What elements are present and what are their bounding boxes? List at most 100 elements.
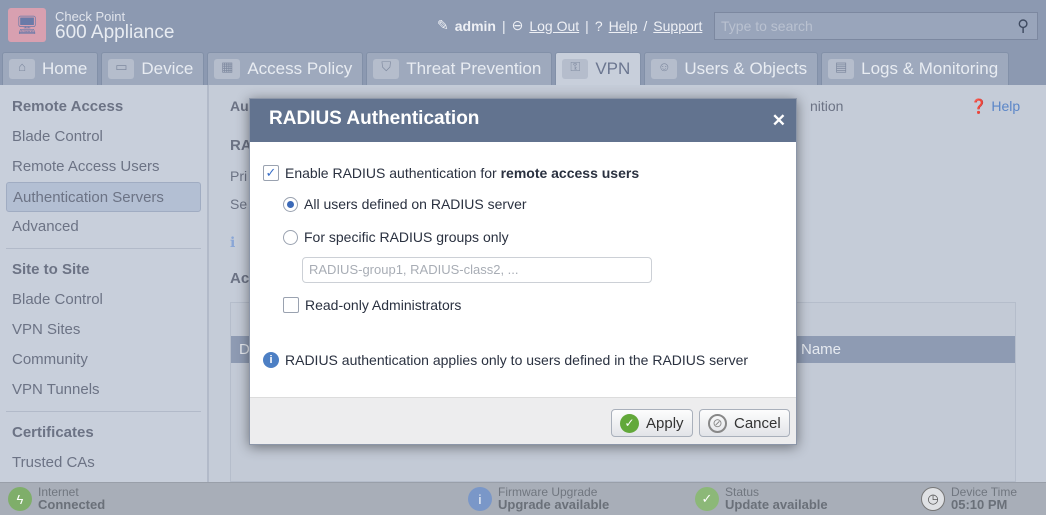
- enable-radius-checkbox[interactable]: ✓: [263, 165, 279, 181]
- specific-groups-radio[interactable]: [283, 229, 298, 245]
- readonly-admins-checkbox[interactable]: [283, 297, 299, 313]
- check-icon: ✓: [695, 487, 719, 511]
- label-bold: remote access users: [500, 165, 640, 181]
- section-title-2: Ac: [230, 270, 250, 287]
- app-header: 🖥 Check Point 600 Appliance ✎ admin | ⊖ …: [0, 0, 1046, 50]
- tab-label: Users & Objects: [684, 59, 808, 78]
- info-note: i RADIUS authentication applies only to u…: [263, 352, 748, 368]
- lightning-icon: ϟ: [8, 487, 32, 511]
- radio-label: All users defined on RADIUS server: [304, 196, 527, 212]
- close-icon[interactable]: ✕: [772, 111, 786, 131]
- users-icon: ☺: [651, 59, 678, 79]
- help-label: Help: [991, 98, 1021, 114]
- check-icon: ✓: [620, 413, 639, 433]
- status-value: 05:10 PM: [951, 497, 1008, 512]
- logout-link[interactable]: Log Out: [529, 18, 579, 34]
- enable-radius-label: Enable RADIUS authentication for remote …: [285, 165, 639, 181]
- sidebar-item-advanced[interactable]: Advanced: [6, 212, 201, 242]
- status-internet[interactable]: ϟ Internet Connected: [8, 486, 105, 512]
- help-icon: ❓: [970, 98, 988, 114]
- sidebar-item-vpn-tunnels[interactable]: VPN Tunnels: [6, 375, 201, 405]
- checkbox-label: Read-only Administrators: [305, 297, 462, 313]
- status-firmware[interactable]: i Firmware Upgrade Upgrade available: [468, 486, 609, 512]
- all-users-option[interactable]: All users defined on RADIUS server: [283, 196, 527, 212]
- tab-threat-prevention[interactable]: ⛉ Threat Prevention: [366, 52, 553, 85]
- clock-icon: ◷: [921, 487, 945, 511]
- column-header-name[interactable]: Name: [801, 341, 841, 358]
- tab-logs-monitoring[interactable]: ▤ Logs & Monitoring: [821, 52, 1010, 85]
- sidebar-item-authentication-servers[interactable]: Authentication Servers: [6, 182, 201, 212]
- sidebar-section-remote-access: Remote Access: [12, 98, 124, 115]
- specific-groups-option[interactable]: For specific RADIUS groups only: [283, 229, 509, 245]
- tab-vpn[interactable]: ⚿ VPN: [555, 52, 642, 85]
- sidebar-item-community[interactable]: Community: [6, 345, 201, 375]
- help-link[interactable]: Help: [609, 18, 638, 34]
- tab-device[interactable]: ▭ Device: [101, 52, 205, 85]
- tab-access-policy[interactable]: ▦ Access Policy: [207, 52, 364, 85]
- input-placeholder: RADIUS-group1, RADIUS-class2, ...: [309, 262, 519, 277]
- all-users-radio[interactable]: [283, 196, 298, 212]
- info-icon: i: [263, 352, 279, 368]
- divider: |: [585, 17, 589, 34]
- dialog-footer: ✓ Apply ⊘ Cancel: [250, 397, 796, 444]
- sidebar-section-certificates: Certificates: [12, 424, 94, 441]
- sidebar: Remote Access Blade Control Remote Acces…: [0, 85, 209, 496]
- tab-label: Home: [42, 59, 88, 78]
- button-label: Cancel: [734, 414, 781, 432]
- status-device-time: ◷ Device Time 05:10 PM: [921, 486, 1017, 512]
- divider: [6, 248, 201, 249]
- page-heading: Au: [230, 98, 249, 114]
- status-update[interactable]: ✓ Status Update available: [695, 486, 828, 512]
- help-icon: ?: [594, 17, 603, 34]
- readonly-admins-row[interactable]: Read-only Administrators: [283, 297, 461, 313]
- tab-label: Access Policy: [247, 59, 353, 78]
- search-placeholder: Type to search: [721, 18, 813, 34]
- shield-icon: ⛉: [373, 59, 400, 79]
- sidebar-item-trusted-cas[interactable]: Trusted CAs: [6, 448, 201, 478]
- sidebar-item-s2s-blade-control[interactable]: Blade Control: [6, 285, 201, 315]
- house-icon: ⌂: [9, 59, 35, 79]
- sidebar-item-remote-access-users[interactable]: Remote Access Users: [6, 152, 201, 182]
- tab-label: Device: [141, 59, 194, 78]
- tab-label: VPN: [595, 59, 631, 78]
- enable-radius-row[interactable]: ✓ Enable RADIUS authentication for remot…: [263, 165, 639, 181]
- info-icon: ℹ: [230, 234, 236, 250]
- help-link[interactable]: ❓ Help: [970, 98, 1020, 115]
- status-value: Upgrade available: [498, 497, 610, 512]
- divider: [6, 411, 201, 412]
- tab-label: Threat Prevention: [406, 59, 542, 78]
- search-input[interactable]: Type to search ⚲: [714, 12, 1038, 40]
- dialog-header: RADIUS Authentication ✕: [250, 99, 796, 142]
- support-link[interactable]: Support: [653, 18, 702, 34]
- vpn-icon: ⚿: [562, 59, 589, 79]
- cancel-icon: ⊘: [708, 413, 727, 433]
- cancel-button[interactable]: ⊘ Cancel: [699, 409, 790, 437]
- label-text: Enable RADIUS authentication for: [285, 165, 501, 181]
- apply-button[interactable]: ✓ Apply: [611, 409, 693, 437]
- sidebar-item-vpn-sites[interactable]: VPN Sites: [6, 315, 201, 345]
- radius-groups-input[interactable]: RADIUS-group1, RADIUS-class2, ...: [302, 257, 652, 283]
- appliance-model: 600 Appliance: [55, 22, 175, 43]
- secondary-label: Se: [230, 196, 248, 212]
- tab-home[interactable]: ⌂ Home: [2, 52, 99, 85]
- info-text: RADIUS authentication applies only to us…: [285, 352, 749, 368]
- device-icon: ▭: [108, 59, 135, 79]
- sidebar-section-site-to-site: Site to Site: [12, 261, 90, 278]
- heading-fragment: nition: [810, 98, 844, 114]
- logout-icon: ⊖: [511, 17, 524, 33]
- main-tabs: ⌂ Home ▭ Device ▦ Access Policy ⛉ Threat Pre…: [0, 50, 1046, 85]
- radius-authentication-dialog: RADIUS Authentication ✕ ✓ Enable RADIUS a…: [249, 98, 797, 445]
- tab-users-objects[interactable]: ☺ Users & Objects: [644, 52, 819, 85]
- status-value: Connected: [38, 497, 106, 512]
- primary-label: Pri: [230, 168, 248, 184]
- button-label: Apply: [646, 414, 684, 432]
- radio-label: For specific RADIUS groups only: [304, 229, 509, 245]
- pencil-icon: ✎: [437, 17, 449, 33]
- sidebar-item-blade-control[interactable]: Blade Control: [6, 122, 201, 152]
- username-link[interactable]: admin: [455, 18, 496, 34]
- divider: |: [501, 17, 506, 34]
- dialog-title: RADIUS Authentication: [269, 108, 480, 129]
- search-icon[interactable]: ⚲: [1017, 16, 1029, 36]
- logs-icon: ▤: [828, 59, 855, 79]
- status-bar: ϟ Internet Connected i Firmware Upgrade Upgr…: [0, 482, 1046, 515]
